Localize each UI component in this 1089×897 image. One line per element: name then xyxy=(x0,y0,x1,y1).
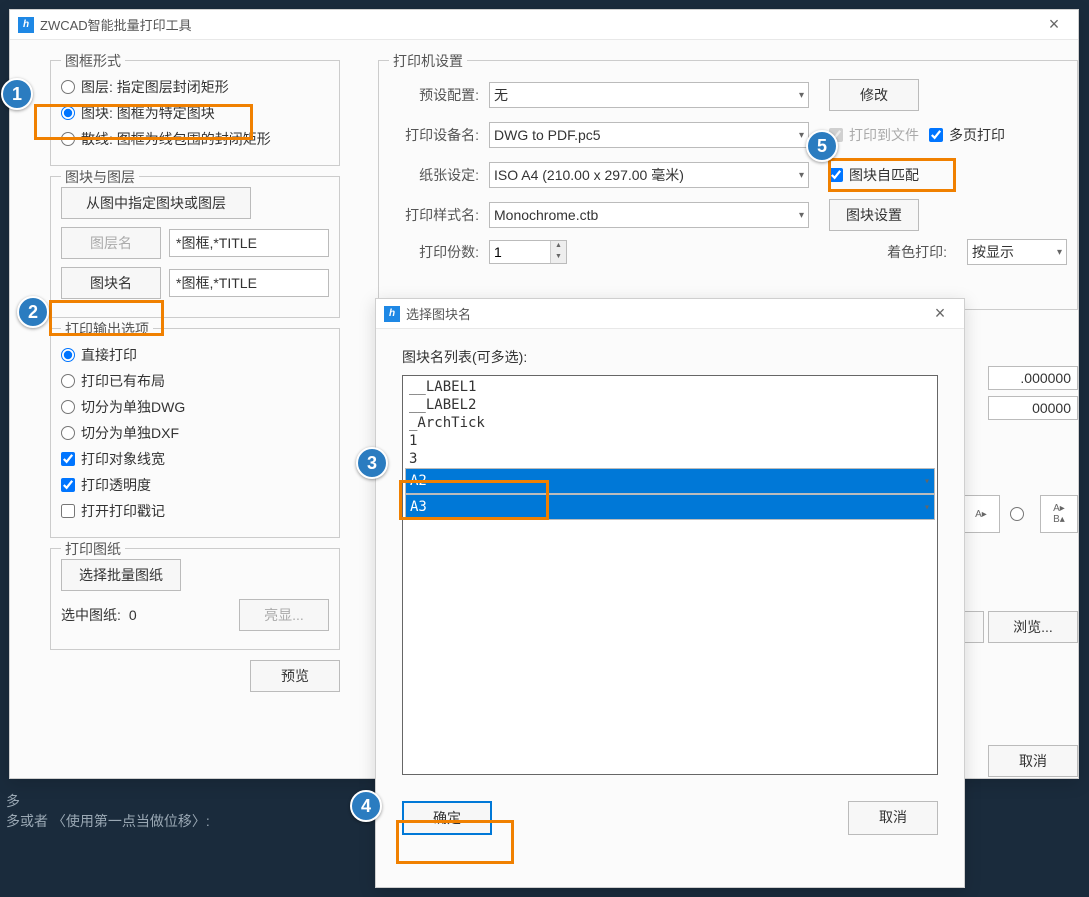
block-layer-group: 图块与图层 从图中指定图块或图层 图层名 *图框,*TITLE 图块名 *图框,… xyxy=(50,176,340,318)
color-print-select[interactable]: 按显示 xyxy=(967,239,1067,265)
app-icon: h xyxy=(18,17,34,33)
paper-select[interactable]: ISO A4 (210.00 x 297.00 毫米) xyxy=(489,162,809,188)
check-print-to-file[interactable]: 打印到文件 xyxy=(829,125,919,145)
list-item[interactable]: 1 xyxy=(405,432,935,450)
pick-from-drawing-button[interactable]: 从图中指定图块或图层 xyxy=(61,187,251,219)
sub-cancel-button[interactable]: 取消 xyxy=(848,801,938,835)
printer-settings-group: 打印机设置 预设配置: 无 修改 打印设备名: DWG to PDF.pc5 打… xyxy=(378,60,1078,310)
app-icon: h xyxy=(384,306,400,322)
sheets-legend: 打印图纸 xyxy=(61,539,125,559)
printer-legend: 打印机设置 xyxy=(389,51,467,71)
sub-dialog: h 选择图块名 × 图块名列表(可多选): __LABEL1__LABEL2_A… xyxy=(375,298,965,888)
style-label: 打印样式名: xyxy=(389,205,479,225)
close-icon[interactable]: × xyxy=(1038,14,1070,35)
annotation-marker-1: 1 xyxy=(1,78,33,110)
output-legend: 打印输出选项 xyxy=(61,319,153,339)
radio-layer[interactable]: 图层: 指定图层封闭矩形 xyxy=(61,77,329,97)
frame-style-group: 图框形式 图层: 指定图层封闭矩形 图块: 图框为特定图块 散线: 图框为线包围… xyxy=(50,60,340,166)
annotation-marker-4: 4 xyxy=(350,790,382,822)
layer-name-button[interactable]: 图层名 xyxy=(61,227,161,259)
selected-sheets-count: 0 xyxy=(129,607,137,623)
annotation-marker-2: 2 xyxy=(17,296,49,328)
device-select[interactable]: DWG to PDF.pc5 xyxy=(489,122,809,148)
check-block-automatch[interactable]: 图块自匹配 xyxy=(829,165,919,185)
close-icon[interactable]: × xyxy=(924,303,956,324)
modify-button[interactable]: 修改 xyxy=(829,79,919,111)
radio-direct-print[interactable]: 直接打印 xyxy=(61,345,329,365)
list-item[interactable]: _ArchTick xyxy=(405,414,935,432)
annotation-marker-5: 5 xyxy=(806,130,838,162)
radio-split-dxf[interactable]: 切分为单独DXF xyxy=(61,423,329,443)
background-command-text: 多 多或者 〈使用第一点当做位移〉: xyxy=(0,785,216,837)
copies-label: 打印份数: xyxy=(389,242,479,262)
main-titlebar: h ZWCAD智能批量打印工具 × xyxy=(10,10,1078,40)
block-list[interactable]: __LABEL1__LABEL2_ArchTick13A2A3 xyxy=(402,375,938,775)
layer-name-input[interactable]: *图框,*TITLE xyxy=(169,229,329,257)
color-print-label: 着色打印: xyxy=(887,242,947,262)
preview-button[interactable]: 预览 xyxy=(250,660,340,692)
output-options-group: 打印输出选项 直接打印 打印已有布局 切分为单独DWG 切分为单独DXF 打印对… xyxy=(50,328,340,538)
browse-button[interactable]: 浏览... xyxy=(988,611,1078,643)
radio-orientation[interactable] xyxy=(1010,507,1030,521)
orientation-icon-1[interactable]: A▸ xyxy=(962,495,1000,533)
selected-sheets-label: 选中图纸: xyxy=(61,605,121,625)
highlight-button[interactable]: 亮显... xyxy=(239,599,329,631)
paper-label: 纸张设定: xyxy=(389,165,479,185)
block-name-input[interactable]: *图框,*TITLE xyxy=(169,269,329,297)
list-item[interactable]: A2 xyxy=(405,468,935,494)
list-item[interactable]: __LABEL1 xyxy=(405,378,935,396)
ok-button[interactable]: 确定 xyxy=(402,801,492,835)
check-multipage[interactable]: 多页打印 xyxy=(929,125,1005,145)
spin-down-icon[interactable]: ▼ xyxy=(551,252,566,263)
radio-existing-layout[interactable]: 打印已有布局 xyxy=(61,371,329,391)
preset-label: 预设配置: xyxy=(389,85,479,105)
numeric-value-2[interactable]: 00000 xyxy=(988,396,1078,420)
main-cancel-button[interactable]: 取消 xyxy=(988,745,1078,777)
block-layer-legend: 图块与图层 xyxy=(61,167,139,187)
block-list-label: 图块名列表(可多选): xyxy=(402,347,938,367)
block-name-button[interactable]: 图块名 xyxy=(61,267,161,299)
numeric-value-1[interactable]: .000000 xyxy=(988,366,1078,390)
list-item[interactable]: A3 xyxy=(405,494,935,520)
spin-up-icon[interactable]: ▲ xyxy=(551,241,566,252)
preset-select[interactable]: 无 xyxy=(489,82,809,108)
check-transparency[interactable]: 打印透明度 xyxy=(61,475,329,495)
check-stamp[interactable]: 打开打印戳记 xyxy=(61,501,329,521)
radio-block[interactable]: 图块: 图框为特定图块 xyxy=(61,103,329,123)
orientation-icon-2[interactable]: A▸B▴ xyxy=(1040,495,1078,533)
style-select[interactable]: Monochrome.ctb xyxy=(489,202,809,228)
annotation-marker-3: 3 xyxy=(356,447,388,479)
select-sheets-button[interactable]: 选择批量图纸 xyxy=(61,559,181,591)
sub-titlebar: h 选择图块名 × xyxy=(376,299,964,329)
device-label: 打印设备名: xyxy=(389,125,479,145)
main-title: ZWCAD智能批量打印工具 xyxy=(40,15,192,34)
radio-split-dwg[interactable]: 切分为单独DWG xyxy=(61,397,329,417)
block-settings-button[interactable]: 图块设置 xyxy=(829,199,919,231)
sub-title: 选择图块名 xyxy=(406,304,471,323)
copies-input[interactable] xyxy=(490,241,550,263)
check-lineweight[interactable]: 打印对象线宽 xyxy=(61,449,329,469)
print-sheets-group: 打印图纸 选择批量图纸 选中图纸: 0 亮显... xyxy=(50,548,340,650)
list-item[interactable]: 3 xyxy=(405,450,935,468)
radio-scatter[interactable]: 散线: 图框为线包围的封闭矩形 xyxy=(61,129,329,149)
list-item[interactable]: __LABEL2 xyxy=(405,396,935,414)
copies-spinner[interactable]: ▲▼ xyxy=(489,240,567,264)
frame-style-legend: 图框形式 xyxy=(61,51,125,71)
